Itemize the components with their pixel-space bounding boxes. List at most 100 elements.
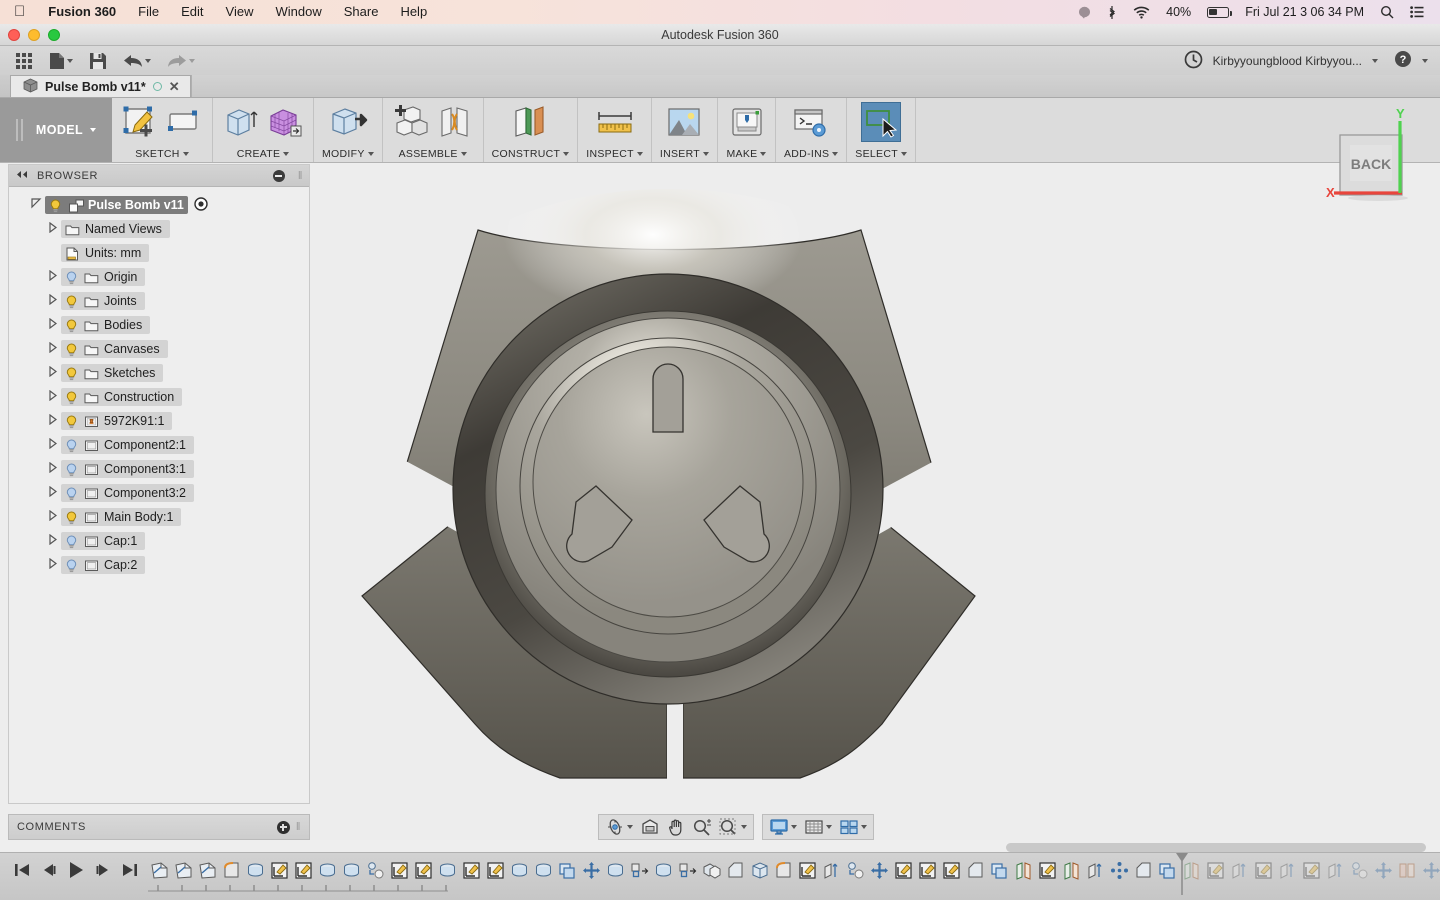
browser-tree-item-pulse-bomb-v11[interactable]: Pulse Bomb v11 — [9, 193, 309, 217]
browser-tree-item-joints[interactable]: Joints — [9, 289, 309, 313]
timeline-feature-sketch-feature[interactable] — [172, 858, 194, 882]
timeline-step-back-button[interactable] — [42, 862, 56, 883]
insert-image-icon[interactable] — [664, 102, 704, 142]
close-window-button[interactable] — [8, 29, 20, 41]
timeline-feature-sketch-feature[interactable] — [196, 858, 218, 882]
browser-tree-item-pill[interactable]: Pulse Bomb v11 — [45, 196, 188, 214]
browser-tree-item-5972k91-1[interactable]: 5972K91:1 — [9, 409, 309, 433]
grid-snaps-button[interactable] — [801, 816, 835, 838]
pan-hand-button[interactable] — [664, 816, 688, 838]
clock-history-icon[interactable] — [1184, 50, 1203, 72]
browser-tree-item-pill[interactable]: Bodies — [61, 316, 151, 334]
browser-tree-item-pill[interactable]: Canvases — [61, 340, 168, 358]
display-settings-button[interactable] — [766, 816, 800, 838]
timeline-feature-sketch-plane[interactable] — [388, 858, 410, 882]
chevron-down-icon[interactable] — [145, 58, 151, 63]
zoom-fit-button[interactable] — [716, 816, 750, 838]
app-grid-button[interactable] — [10, 50, 38, 72]
group-label-inspect[interactable]: INSPECT — [586, 148, 643, 160]
battery-icon[interactable] — [1199, 6, 1237, 18]
browser-tree-item-sketches[interactable]: Sketches — [9, 361, 309, 385]
expand-arrow-right-icon[interactable] — [47, 533, 61, 548]
browser-tree-item-construction[interactable]: Construction — [9, 385, 309, 409]
browser-tree-item-units-mm[interactable]: Units: mm — [9, 241, 309, 265]
expand-arrow-right-icon[interactable] — [47, 365, 61, 380]
undo-button[interactable] — [118, 51, 156, 71]
timeline-feature-copy-paste[interactable] — [844, 858, 866, 882]
timeline-feature-sketch-plane[interactable] — [1204, 858, 1226, 882]
browser-tree-item-cap-2[interactable]: Cap:2 — [9, 553, 309, 577]
visibility-lightbulb-icon[interactable] — [65, 414, 78, 428]
chevron-down-icon[interactable] — [1372, 58, 1378, 63]
collapse-left-icon[interactable] — [15, 170, 29, 182]
menu-item-share[interactable]: Share — [333, 0, 390, 24]
expand-arrow-right-icon[interactable] — [47, 557, 61, 572]
timeline-feature-copy-paste[interactable] — [364, 858, 386, 882]
help-question-icon[interactable]: ? — [1394, 50, 1412, 71]
browser-tree-item-pill[interactable]: 5972K91:1 — [61, 412, 173, 430]
timeline-play-button[interactable] — [68, 861, 84, 884]
new-file-button[interactable] — [44, 50, 78, 72]
group-label-addins[interactable]: ADD-INS — [784, 148, 839, 160]
group-label-insert[interactable]: INSERT — [660, 148, 709, 160]
document-tab-pulse-bomb[interactable]: Pulse Bomb v11* ✕ — [10, 75, 191, 97]
browser-tree-item-pill[interactable]: Construction — [61, 388, 183, 406]
browser-tree-item-origin[interactable]: Origin — [9, 265, 309, 289]
timeline-feature-move-feature[interactable] — [868, 858, 890, 882]
new-component-icon[interactable] — [391, 102, 431, 142]
viewports-button[interactable] — [836, 816, 870, 838]
view-cube[interactable]: BACK X Y — [1308, 105, 1428, 210]
siri-icon[interactable] — [1070, 6, 1099, 19]
browser-tree-item-bodies[interactable]: Bodies — [9, 313, 309, 337]
chevron-down-icon[interactable] — [1422, 58, 1428, 63]
visibility-lightbulb-icon[interactable] — [65, 342, 78, 356]
rectangle-sketch-icon[interactable] — [164, 102, 204, 142]
visibility-lightbulb-icon[interactable] — [65, 294, 78, 308]
chevron-down-icon[interactable] — [861, 825, 867, 829]
timeline-feature-component-copy[interactable] — [556, 858, 578, 882]
visibility-lightbulb-icon[interactable] — [65, 438, 78, 452]
browser-tree-item-canvases[interactable]: Canvases — [9, 337, 309, 361]
panel-resize-grip[interactable]: ‖ — [298, 170, 303, 182]
expand-arrow-right-icon[interactable] — [47, 341, 61, 356]
timeline-feature-align-feature[interactable] — [676, 858, 698, 882]
browser-tree-item-pill[interactable]: Units: mm — [61, 244, 150, 262]
expand-arrow-right-icon[interactable] — [47, 317, 61, 332]
group-label-select[interactable]: SELECT — [855, 148, 907, 160]
timeline-feature-sketch-feature[interactable] — [148, 858, 170, 882]
extrude-icon[interactable] — [221, 102, 261, 142]
visibility-lightbulb-icon[interactable] — [65, 270, 78, 284]
timeline-feature-sketch-plane[interactable] — [892, 858, 914, 882]
chevron-down-icon[interactable] — [826, 825, 832, 829]
visibility-lightbulb-icon[interactable] — [49, 198, 62, 212]
expand-arrow-right-icon[interactable] — [47, 389, 61, 404]
expand-arrow-right-icon[interactable] — [47, 461, 61, 476]
mesh-box-icon[interactable] — [265, 102, 305, 142]
joint-icon[interactable] — [435, 102, 475, 142]
browser-tree-item-pill[interactable]: Cap:2 — [61, 556, 146, 574]
timeline-feature-mirror-feature[interactable] — [1060, 858, 1082, 882]
spotlight-search-icon[interactable] — [1372, 5, 1402, 19]
offset-plane-icon[interactable] — [510, 102, 550, 142]
timeline-feature-extrude-feature[interactable] — [820, 858, 842, 882]
timeline-feature-chamfer-feature[interactable] — [964, 858, 986, 882]
menu-item-file[interactable]: File — [127, 0, 170, 24]
activate-component-radio[interactable] — [194, 196, 208, 214]
visibility-lightbulb-icon[interactable] — [65, 534, 78, 548]
browser-tree-item-main-body-1[interactable]: Main Body:1 — [9, 505, 309, 529]
chevron-down-icon[interactable] — [627, 825, 633, 829]
timeline-feature-component-copy[interactable] — [988, 858, 1010, 882]
timeline-feature-revolve-feature[interactable] — [340, 858, 362, 882]
timeline-feature-mirror-feature[interactable] — [1012, 858, 1034, 882]
menu-item-fusion360[interactable]: Fusion 360 — [37, 0, 127, 24]
timeline-feature-sketch-plane[interactable] — [940, 858, 962, 882]
browser-tree-item-cap-1[interactable]: Cap:1 — [9, 529, 309, 553]
chevron-down-icon[interactable] — [67, 58, 73, 63]
minimize-panel-icon[interactable] — [272, 169, 285, 182]
timeline-feature-revolve-feature[interactable] — [532, 858, 554, 882]
add-comment-icon[interactable] — [276, 820, 290, 834]
browser-tree-item-pill[interactable]: Named Views — [61, 220, 170, 238]
chevron-down-icon[interactable] — [189, 58, 195, 63]
visibility-lightbulb-icon[interactable] — [65, 558, 78, 572]
group-label-create[interactable]: CREATE — [237, 148, 290, 160]
